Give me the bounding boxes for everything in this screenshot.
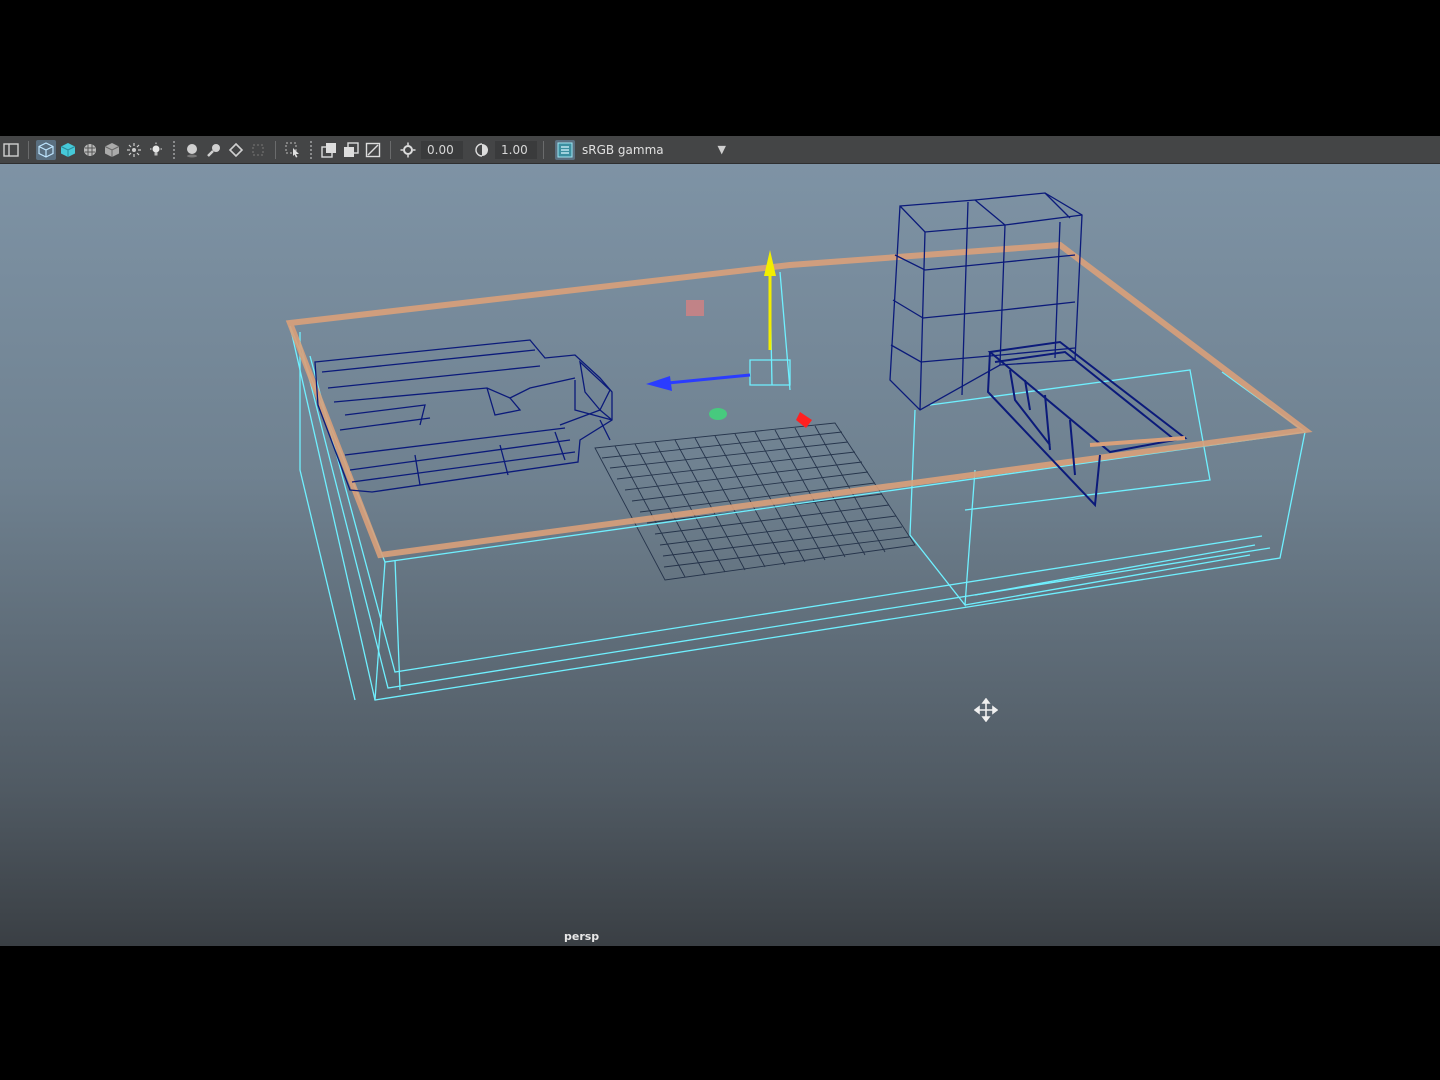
lights-icon[interactable] — [102, 140, 122, 160]
shadows-icon[interactable] — [182, 140, 202, 160]
room-top-edge-highlight — [285, 241, 1313, 559]
color-space-label: sRGB gamma — [582, 142, 664, 157]
xray-icon[interactable] — [124, 140, 144, 160]
toolbar-separator — [28, 140, 29, 159]
persp-viewport[interactable] — [0, 164, 1440, 946]
toolbar-separator — [310, 140, 312, 159]
ambient-occlusion-icon[interactable] — [204, 140, 224, 160]
color-space-dropdown[interactable]: sRGB gamma ▼ — [554, 139, 734, 160]
letterbox-top — [0, 0, 1440, 136]
wireframe-icon[interactable] — [36, 139, 56, 160]
antialias-icon[interactable] — [248, 140, 268, 160]
xray-active-icon[interactable] — [341, 140, 361, 160]
axis-z-handle — [667, 373, 751, 385]
bookshelf-wire — [889, 192, 1083, 411]
gamma-field[interactable]: 1.00 — [495, 140, 537, 159]
color-management-icon[interactable] — [555, 139, 575, 160]
pivot-center-green — [709, 408, 727, 420]
axis-z-arrow — [646, 376, 672, 391]
textured-icon[interactable] — [80, 140, 100, 160]
toolbar-separator — [390, 140, 391, 159]
use-lights-icon[interactable] — [146, 140, 166, 160]
viewport-toolbar: 0.00 1.00 sRGB gamma ▼ — [0, 136, 1440, 164]
isolate-select-icon[interactable] — [283, 140, 303, 160]
toolbar-separator — [543, 140, 544, 159]
desk-wire — [986, 340, 1188, 508]
exposure-icon[interactable] — [398, 140, 418, 160]
backface-icon[interactable] — [363, 140, 383, 160]
xray-joints-icon[interactable] — [319, 140, 339, 160]
motion-blur-icon[interactable] — [226, 140, 246, 160]
toolbar-separator — [275, 140, 276, 159]
smooth-shade-icon[interactable] — [58, 140, 78, 160]
room-box-wire — [289, 271, 1307, 701]
letterbox-bottom — [0, 946, 1440, 1080]
pivot-center-red — [686, 300, 704, 316]
axis-y-arrow — [764, 250, 776, 276]
chevron-down-icon: ▼ — [717, 142, 726, 156]
exposure-field[interactable]: 0.00 — [421, 140, 463, 159]
scene-wireframe[interactable] — [0, 164, 1440, 946]
camera-name-label: persp — [564, 930, 600, 943]
sofa-wire — [314, 339, 613, 493]
panel-layout-icon[interactable] — [1, 140, 21, 160]
gamma-icon[interactable] — [472, 140, 492, 160]
toolbar-separator — [173, 140, 175, 159]
